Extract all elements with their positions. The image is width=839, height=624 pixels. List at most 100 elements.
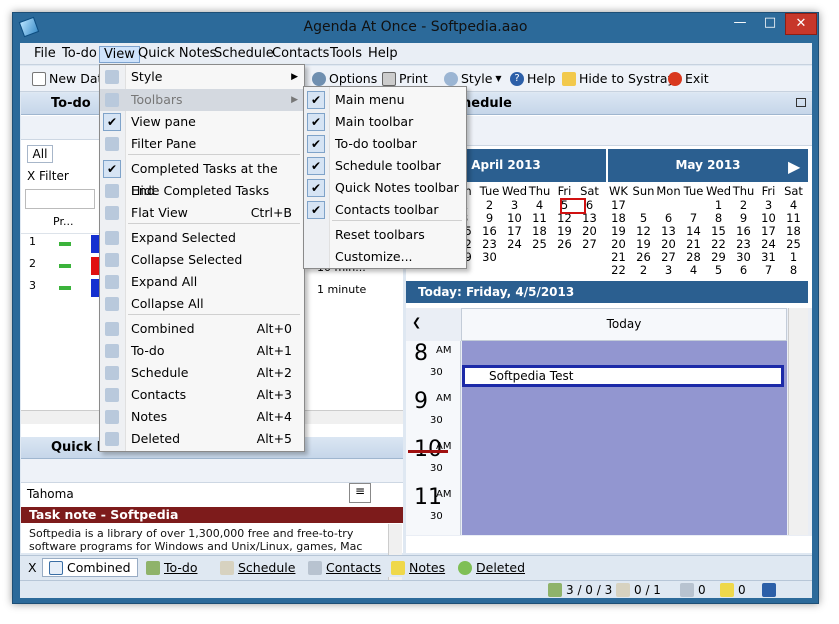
close-button[interactable]: ✕ (785, 13, 817, 35)
tab-contacts[interactable]: Contacts (308, 558, 381, 577)
calendar-day[interactable]: 7 (681, 211, 706, 225)
view-menu-item[interactable]: Expand All (100, 271, 304, 293)
calendar-day[interactable]: 17 (606, 198, 631, 212)
calendar-day[interactable] (656, 198, 681, 212)
priority-column-header[interactable]: Pr... (53, 215, 73, 228)
justify-icon[interactable]: ≡ (349, 483, 371, 503)
view-menu-item[interactable]: Collapse All (100, 293, 304, 315)
calendar-day[interactable]: 17 (756, 224, 781, 238)
view-menu-item[interactable]: Style ▶ (100, 66, 304, 88)
view-menu-item[interactable]: Toolbars ▶ (100, 89, 304, 111)
calendar-day[interactable]: 10 (502, 211, 527, 225)
calendar-day[interactable]: 3 (502, 198, 527, 212)
calendar-day[interactable]: 6 (656, 211, 681, 225)
maximize-button[interactable]: □ (755, 13, 785, 35)
calendar-day[interactable]: 4 (781, 198, 806, 212)
calendar-day[interactable]: 21 (681, 237, 706, 251)
calendar-day[interactable]: 12 (631, 224, 656, 238)
view-menu-item[interactable]: Hide Completed Tasks (100, 180, 304, 202)
toolbars-menu-item[interactable]: ✔ Quick Notes toolbar (304, 177, 466, 199)
calendar-day[interactable]: 19 (631, 237, 656, 251)
calendar-day[interactable]: 2 (477, 198, 502, 212)
calendar-day[interactable]: 25 (781, 237, 806, 251)
view-menu-item[interactable]: Expand Selected (100, 227, 304, 249)
calendar-day[interactable]: 1 (781, 250, 806, 264)
view-menu-item[interactable]: Notes Alt+4 (100, 406, 304, 428)
tab-deleted[interactable]: Deleted (458, 558, 525, 577)
calendar-day[interactable]: 3 (756, 198, 781, 212)
calendar-day[interactable]: 19 (552, 224, 577, 238)
view-menu-item[interactable]: ✔ View pane (100, 111, 304, 133)
calendar-day[interactable]: 11 (527, 211, 552, 225)
calendar-day[interactable]: 29 (706, 250, 731, 264)
calendar-day[interactable]: 17 (502, 224, 527, 238)
calendar-day[interactable]: 30 (731, 250, 756, 264)
menu-file[interactable]: File (30, 46, 60, 63)
view-menu-item[interactable]: Schedule Alt+2 (100, 362, 304, 384)
calendar-day[interactable]: 11 (781, 211, 806, 225)
view-menu-item[interactable]: Combined Alt+0 (100, 318, 304, 340)
calendar-day[interactable]: 28 (681, 250, 706, 264)
calendar-day[interactable]: 21 (606, 250, 631, 264)
view-menu-item[interactable]: Collapse Selected (100, 249, 304, 271)
calendar-day[interactable]: 18 (527, 224, 552, 238)
view-menu-item[interactable]: Deleted Alt+5 (100, 428, 304, 450)
view-menu-item[interactable]: Contacts Alt+3 (100, 384, 304, 406)
toolbars-menu-item[interactable]: ✔ Main menu (304, 89, 466, 111)
menu-contacts[interactable]: Contacts (268, 46, 333, 63)
calendar-day[interactable]: 4 (681, 263, 706, 277)
calendar-day[interactable]: 16 (477, 224, 502, 238)
tab-all[interactable]: All (27, 145, 53, 163)
toolbars-menu-item[interactable]: ✔ Schedule toolbar (304, 155, 466, 177)
view-menu-item[interactable]: ✔ Completed Tasks at the End (100, 158, 304, 198)
calendar-day[interactable]: 20 (606, 237, 631, 251)
calendar-day[interactable]: 19 (606, 224, 631, 238)
toolbars-menu-item[interactable]: ✔ To-do toolbar (304, 133, 466, 155)
calendar-day[interactable]: 15 (706, 224, 731, 238)
toolbars-menu-item[interactable]: Customize... (304, 246, 466, 268)
calendar-day[interactable]: 18 (781, 224, 806, 238)
calendar-day[interactable]: 23 (731, 237, 756, 251)
calendar-day[interactable]: 18 (606, 211, 631, 225)
save-status[interactable] (762, 583, 776, 597)
calendar-day[interactable]: 30 (477, 250, 502, 264)
calendar-day[interactable]: 10 (756, 211, 781, 225)
view-menu-item[interactable]: Filter Pane (100, 133, 304, 155)
calendar-day[interactable]: 27 (577, 237, 602, 251)
calendar-day[interactable]: 8 (781, 263, 806, 277)
calendar-day[interactable]: 16 (731, 224, 756, 238)
appointment[interactable]: Softpedia Test (462, 365, 784, 387)
calendar-day[interactable]: 2 (731, 198, 756, 212)
filter-input[interactable] (25, 189, 95, 209)
close-tabs-button[interactable]: X (28, 558, 37, 577)
calendar-day[interactable]: 25 (527, 237, 552, 251)
calendar-day[interactable]: 13 (656, 224, 681, 238)
calendar-day[interactable] (631, 198, 656, 212)
tab-combined[interactable]: Combined (42, 558, 138, 577)
calendar-day[interactable]: 24 (756, 237, 781, 251)
calendar-day[interactable]: 23 (477, 237, 502, 251)
calendar-day[interactable] (502, 250, 527, 264)
toolbars-menu-item[interactable]: ✔ Main toolbar (304, 111, 466, 133)
table-row[interactable]: 2 (29, 257, 36, 270)
calendar-day[interactable]: 9 (477, 211, 502, 225)
calendar-day[interactable]: 5 (631, 211, 656, 225)
exit-button[interactable]: Exit (668, 70, 709, 88)
calendar-day[interactable]: 20 (656, 237, 681, 251)
calendar-day[interactable]: 1 (706, 198, 731, 212)
calendar-day[interactable] (681, 198, 706, 212)
font-select[interactable]: Tahoma (25, 485, 105, 504)
tab-notes[interactable]: Notes (391, 558, 445, 577)
calendar-day[interactable]: 14 (681, 224, 706, 238)
calendar-day[interactable]: 7 (756, 263, 781, 277)
tab-schedule[interactable]: Schedule (220, 558, 295, 577)
calendar-day[interactable]: 5 (706, 263, 731, 277)
calendar-day[interactable]: 2 (631, 263, 656, 277)
menu-quick-notes[interactable]: Quick Notes (134, 46, 220, 63)
tab-todo[interactable]: To-do (146, 558, 197, 577)
hide-to-systray-button[interactable]: Hide to Systray (562, 70, 675, 88)
calendar-day[interactable]: 4 (527, 198, 552, 212)
day-scrollbar[interactable] (788, 308, 808, 535)
calendar-day[interactable]: 20 (577, 224, 602, 238)
menu-help[interactable]: Help (364, 46, 402, 63)
